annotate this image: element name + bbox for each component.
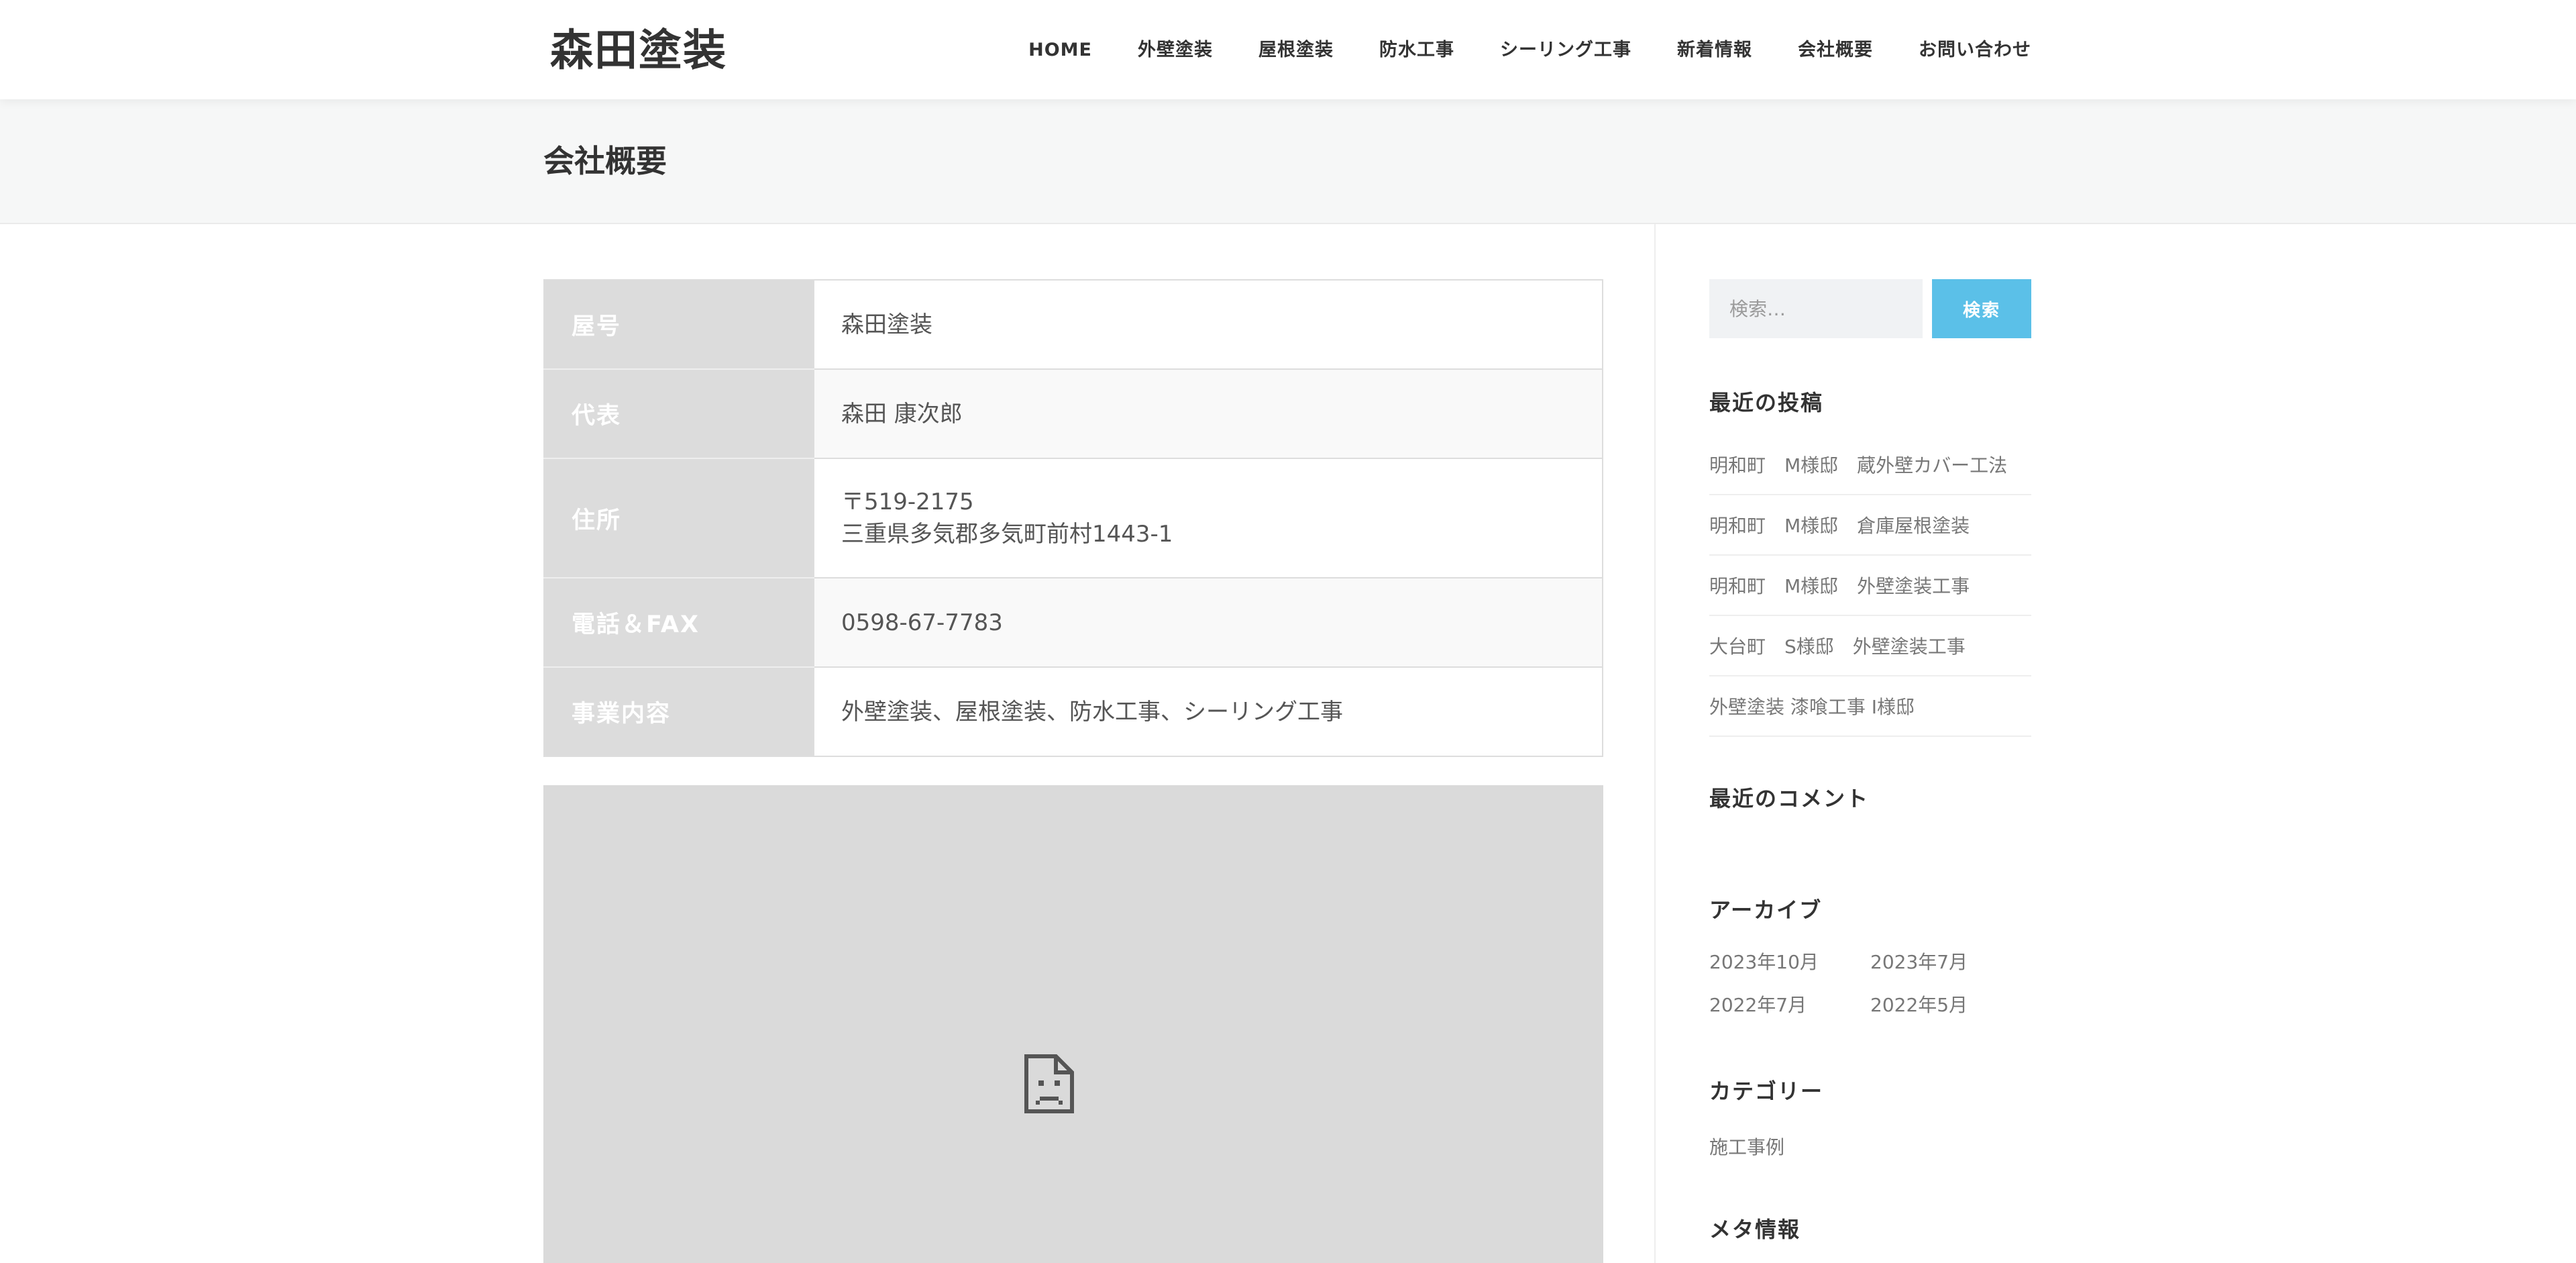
- row-label-address: 住所: [544, 458, 814, 578]
- recent-posts-title: 最近の投稿: [1709, 390, 1824, 415]
- table-row: 屋号 森田塗装: [544, 280, 1603, 370]
- row-value-trade-name: 森田塗装: [813, 280, 1603, 370]
- address-postal-code: 〒519-2175: [841, 489, 974, 515]
- list-item[interactable]: 大台町 S様邸 外壁塗装工事: [1709, 616, 2031, 676]
- site-header: 森田塗装 HOME 外壁塗装 屋根塗装 防水工事 シーリング工事 新着情報 会社…: [0, 0, 2576, 99]
- table-row: 電話＆FAX 0598-67-7783: [544, 578, 1603, 668]
- category-link[interactable]: 施工事例: [1709, 1135, 1784, 1160]
- archives-list: 2023年10月 2023年7月 2022年7月 2022年5月: [1709, 950, 2031, 1017]
- nav-item-roof-painting[interactable]: 屋根塗装: [1236, 34, 1356, 67]
- list-item[interactable]: 明和町 M様邸 外壁塗装工事: [1709, 556, 2031, 616]
- list-item[interactable]: 明和町 M様邸 蔵外壁カバー工法: [1709, 435, 2031, 495]
- archive-link[interactable]: 2023年7月: [1870, 950, 2031, 974]
- categories-title: カテゴリー: [1709, 1078, 1824, 1104]
- nav-item-exterior-painting[interactable]: 外壁塗装: [1115, 34, 1236, 67]
- company-info-table: 屋号 森田塗装 代表 森田 康次郎 住所 〒519-2175 三重県多気郡多気町…: [543, 279, 1603, 757]
- row-value-address: 〒519-2175 三重県多気郡多気町前村1443-1: [813, 458, 1603, 578]
- site-logo[interactable]: 森田塗装: [550, 24, 727, 78]
- archive-link[interactable]: 2022年5月: [1870, 993, 2031, 1017]
- address-street: 三重県多気郡多気町前村1443-1: [841, 521, 1173, 548]
- row-label-business: 事業内容: [544, 667, 814, 756]
- archive-link[interactable]: 2022年7月: [1709, 993, 1870, 1017]
- recent-posts-list: 明和町 M様邸 蔵外壁カバー工法 明和町 M様邸 倉庫屋根塗装 明和町 M様邸 …: [1709, 435, 2031, 737]
- table-row: 事業内容 外壁塗装、屋根塗装、防水工事、シーリング工事: [544, 667, 1603, 756]
- page-title-band: 会社概要: [0, 99, 2576, 224]
- row-label-phone-fax: 電話＆FAX: [544, 578, 814, 668]
- nav-item-sealing[interactable]: シーリング工事: [1477, 34, 1654, 67]
- table-row: 代表 森田 康次郎: [544, 369, 1603, 459]
- search-input[interactable]: [1709, 279, 1923, 338]
- search-button[interactable]: 検索: [1932, 279, 2031, 338]
- broken-page-icon: [1024, 1054, 1074, 1113]
- nav-item-news[interactable]: 新着情報: [1654, 34, 1775, 67]
- row-label-representative: 代表: [544, 369, 814, 459]
- recent-comments-title: 最近のコメント: [1709, 786, 1870, 811]
- meta-title: メタ情報: [1709, 1217, 1801, 1242]
- list-item[interactable]: 外壁塗装 漆喰工事 I様邸: [1709, 676, 2031, 737]
- map-embed-placeholder[interactable]: [543, 785, 1603, 1263]
- page-title: 会社概要: [543, 143, 667, 179]
- row-value-phone-fax: 0598-67-7783: [813, 578, 1603, 668]
- archives-title: アーカイブ: [1709, 897, 1823, 923]
- nav-item-company[interactable]: 会社概要: [1775, 34, 1896, 67]
- nav-item-waterproofing[interactable]: 防水工事: [1356, 34, 1477, 67]
- table-row: 住所 〒519-2175 三重県多気郡多気町前村1443-1: [544, 458, 1603, 578]
- content-sidebar-divider: [1654, 224, 1656, 1263]
- main-nav: HOME 外壁塗装 屋根塗装 防水工事 シーリング工事 新着情報 会社概要 お問…: [1006, 34, 2031, 67]
- nav-item-contact[interactable]: お問い合わせ: [1896, 34, 2031, 67]
- row-value-representative: 森田 康次郎: [813, 369, 1603, 459]
- archive-link[interactable]: 2023年10月: [1709, 950, 1870, 974]
- list-item[interactable]: 明和町 M様邸 倉庫屋根塗装: [1709, 495, 2031, 556]
- nav-item-home[interactable]: HOME: [1006, 34, 1115, 67]
- row-label-trade-name: 屋号: [544, 280, 814, 370]
- row-value-business: 外壁塗装、屋根塗装、防水工事、シーリング工事: [813, 667, 1603, 756]
